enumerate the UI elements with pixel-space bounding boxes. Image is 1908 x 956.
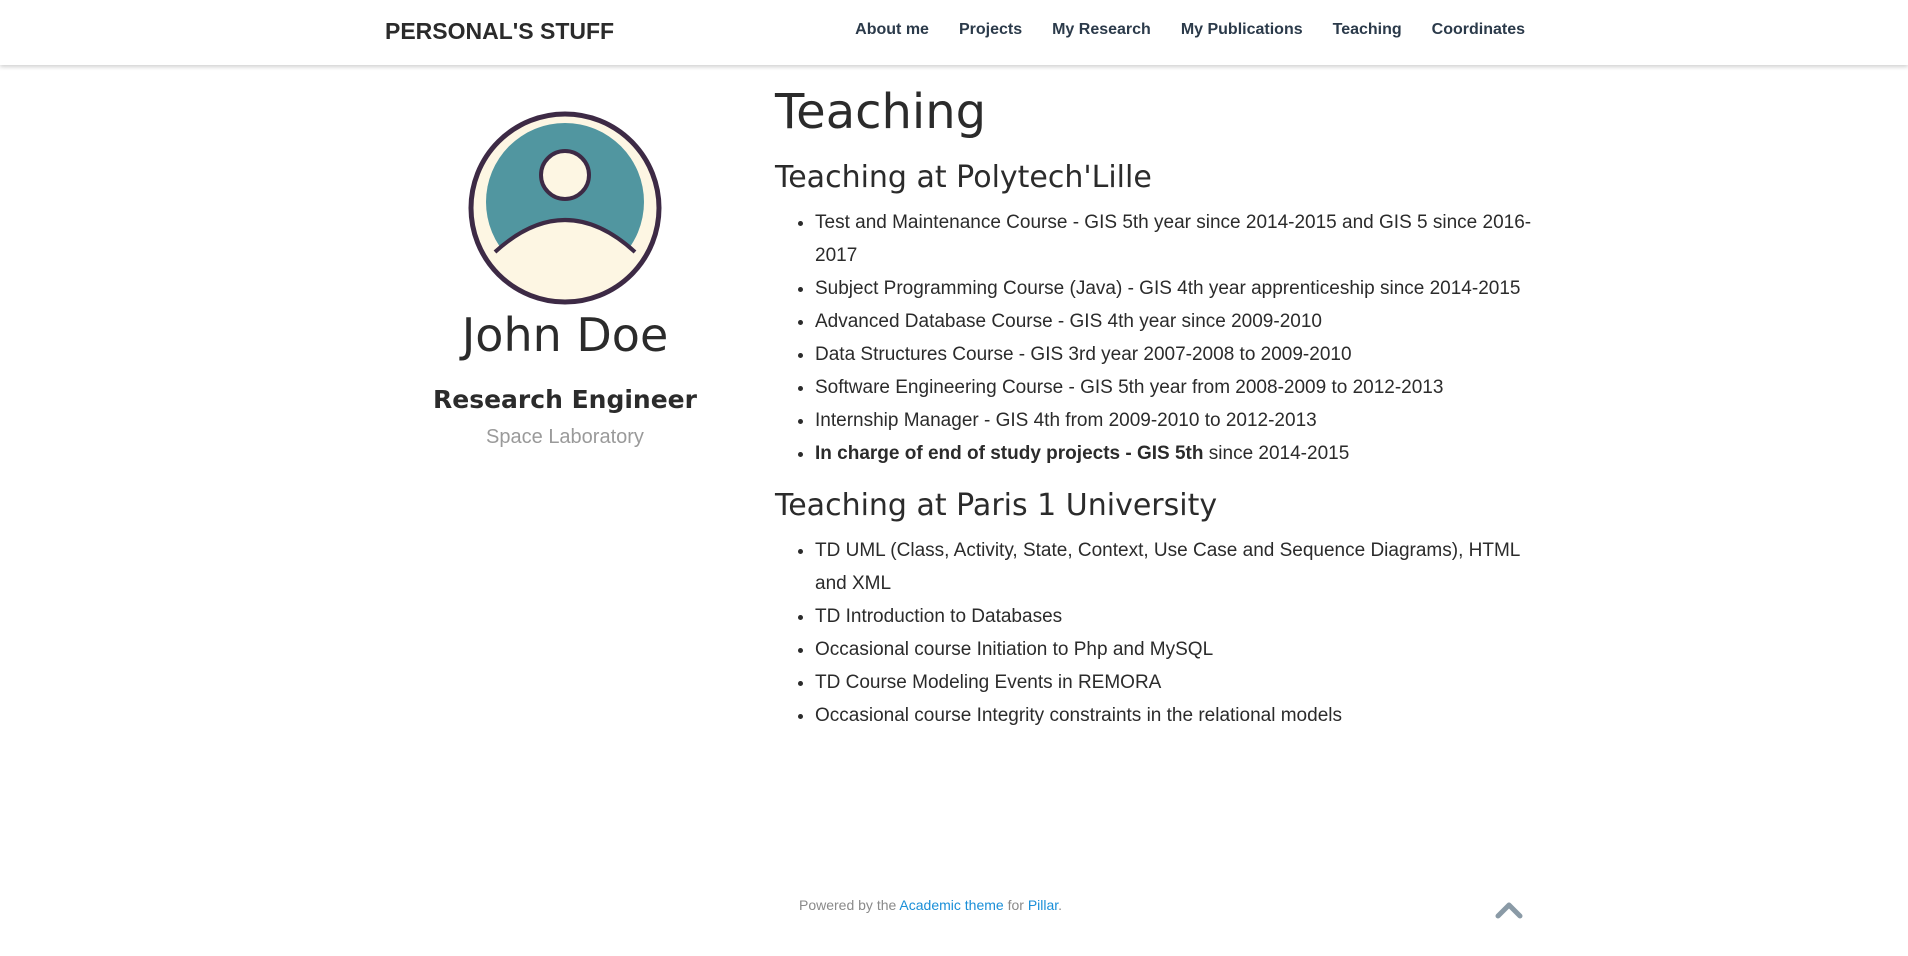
- profile-organization: Space Laboratory: [486, 425, 644, 448]
- nav-link-projects[interactable]: Projects: [959, 21, 1022, 39]
- list-item-text: TD Introduction to Databases: [815, 605, 1063, 627]
- list-item: Subject Programming Course (Java) - GIS …: [815, 272, 1535, 305]
- academic-theme-link[interactable]: Academic theme: [899, 897, 1003, 913]
- nav-link-teaching[interactable]: Teaching: [1333, 21, 1402, 39]
- list-item: Test and Maintenance Course - GIS 5th ye…: [815, 206, 1535, 272]
- user-avatar-icon: [468, 111, 662, 305]
- footer-middle: for: [1003, 897, 1028, 913]
- section-heading-paris1: Teaching at Paris 1 University: [775, 487, 1218, 523]
- list-item-text: since 2014-2015: [1203, 442, 1350, 464]
- list-item: TD UML (Class, Activity, State, Context,…: [815, 534, 1535, 600]
- list-item: Software Engineering Course - GIS 5th ye…: [815, 371, 1535, 404]
- list-item: Data Structures Course - GIS 3rd year 20…: [815, 338, 1535, 371]
- list-item: Occasional course Integrity constraints …: [815, 699, 1535, 732]
- list-item: Advanced Database Course - GIS 4th year …: [815, 305, 1535, 338]
- nav-link-coordinates[interactable]: Coordinates: [1432, 21, 1525, 39]
- list-item: TD Course Modeling Events in REMORA: [815, 666, 1535, 699]
- list-item-text: Subject Programming Course (Java) - GIS …: [815, 277, 1521, 299]
- teaching-content: Teaching Teaching at Polytech'Lille Test…: [775, 84, 1535, 732]
- list-item-text: Software Engineering Course - GIS 5th ye…: [815, 376, 1444, 398]
- site-footer: Powered by the Academic theme for Pillar…: [799, 897, 1062, 913]
- top-navbar: PERSONAL'S STUFF About me Projects My Re…: [0, 0, 1908, 65]
- list-item-bold-text: In charge of end of study projects - GIS…: [815, 442, 1204, 464]
- nav-link-my-publications[interactable]: My Publications: [1181, 21, 1303, 39]
- nav-links: About me Projects My Research My Publica…: [825, 21, 1525, 39]
- paris1-course-list: TD UML (Class, Activity, State, Context,…: [775, 534, 1535, 732]
- nav-link-about-me[interactable]: About me: [855, 21, 929, 39]
- list-item: Occasional course Initiation to Php and …: [815, 633, 1535, 666]
- section-heading-polytech: Teaching at Polytech'Lille: [775, 159, 1152, 195]
- list-item-text: TD UML (Class, Activity, State, Context,…: [815, 539, 1520, 594]
- pillar-link[interactable]: Pillar: [1028, 897, 1058, 913]
- list-item: Internship Manager - GIS 4th from 2009-2…: [815, 404, 1535, 437]
- chevron-up-icon[interactable]: [1494, 898, 1524, 920]
- footer-suffix: .: [1058, 897, 1063, 913]
- list-item-text: Occasional course Integrity constraints …: [815, 704, 1342, 726]
- polytech-course-list: Test and Maintenance Course - GIS 5th ye…: [775, 206, 1535, 470]
- list-item: TD Introduction to Databases: [815, 600, 1535, 633]
- list-item-text: Internship Manager - GIS 4th from 2009-2…: [815, 409, 1317, 431]
- list-item-text: TD Course Modeling Events in REMORA: [815, 671, 1162, 693]
- list-item: In charge of end of study projects - GIS…: [815, 437, 1535, 470]
- nav-link-my-research[interactable]: My Research: [1052, 21, 1151, 39]
- profile-sidebar: John Doe Research Engineer Space Laborat…: [385, 100, 745, 449]
- list-item-text: Test and Maintenance Course - GIS 5th ye…: [815, 211, 1532, 266]
- profile-name: John Doe: [461, 308, 669, 362]
- page-title: Teaching: [775, 84, 987, 140]
- footer-prefix: Powered by the: [799, 897, 900, 913]
- list-item-text: Data Structures Course - GIS 3rd year 20…: [815, 343, 1352, 365]
- list-item-text: Occasional course Initiation to Php and …: [815, 638, 1214, 660]
- list-item-text: Advanced Database Course - GIS 4th year …: [815, 310, 1322, 332]
- profile-title: Research Engineer: [433, 384, 697, 414]
- site-brand[interactable]: PERSONAL'S STUFF: [385, 18, 614, 45]
